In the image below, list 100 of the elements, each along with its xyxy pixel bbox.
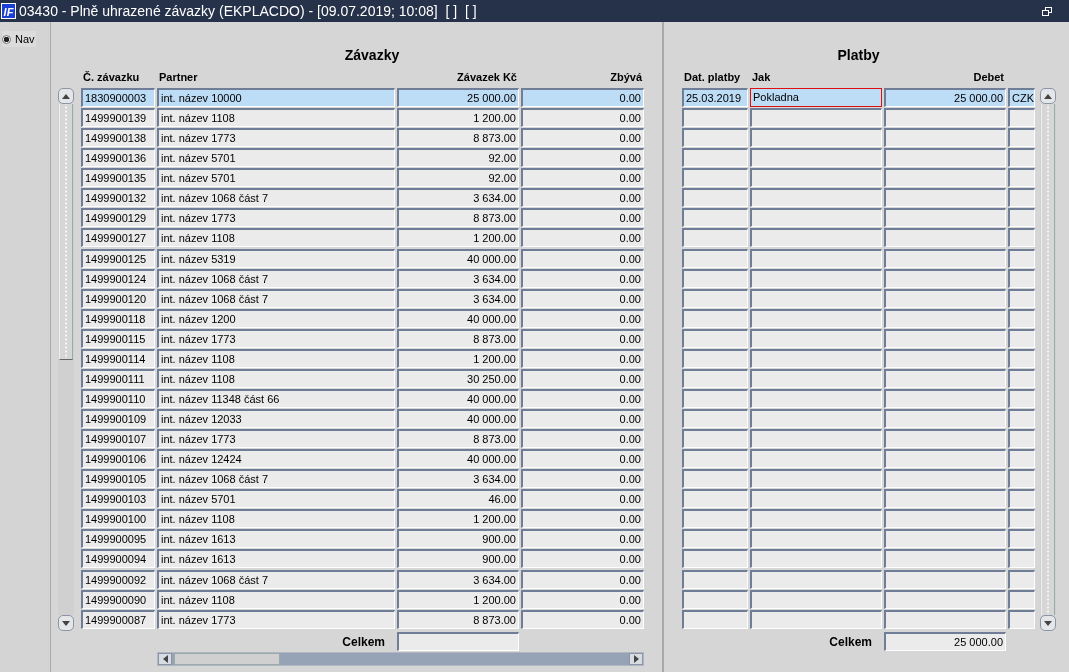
scroll-right-button[interactable]: [629, 652, 643, 665]
table-cell[interactable]: int. název 1108: [157, 348, 395, 368]
table-cell[interactable]: [750, 429, 882, 449]
table-cell[interactable]: [682, 248, 748, 268]
table-cell[interactable]: 25 000.00: [884, 88, 1006, 107]
table-cell[interactable]: [884, 128, 1006, 148]
table-cell[interactable]: int. název 1613: [157, 549, 395, 569]
table-cell[interactable]: 3 634.00: [397, 268, 519, 288]
table-cell[interactable]: [884, 368, 1006, 388]
table-cell[interactable]: [884, 549, 1006, 569]
table-cell[interactable]: 40 000.00: [397, 248, 519, 268]
table-cell[interactable]: 1 200.00: [397, 589, 519, 609]
table-cell[interactable]: 0.00: [521, 368, 644, 388]
table-cell[interactable]: 0.00: [521, 348, 644, 368]
table-cell[interactable]: int. název 1108: [157, 509, 395, 529]
table-cell[interactable]: [1008, 529, 1035, 549]
table-cell[interactable]: 0.00: [521, 509, 644, 529]
table-cell[interactable]: 8 873.00: [397, 328, 519, 348]
table-cell[interactable]: [682, 529, 748, 549]
table-cell[interactable]: [750, 549, 882, 569]
table-cell[interactable]: 40 000.00: [397, 449, 519, 469]
table-cell[interactable]: [1008, 388, 1035, 408]
table-cell[interactable]: 1499900090: [81, 589, 155, 609]
table-cell[interactable]: [682, 288, 748, 308]
vertical-scrollbar[interactable]: [1040, 88, 1056, 631]
table-cell[interactable]: 0.00: [521, 108, 644, 128]
table-cell[interactable]: 0.00: [521, 429, 644, 449]
table-cell[interactable]: [750, 509, 882, 529]
table-cell[interactable]: [1008, 409, 1035, 428]
radio-icon[interactable]: [2, 34, 11, 44]
table-cell[interactable]: 0.00: [521, 449, 644, 469]
table-cell[interactable]: [1008, 509, 1035, 529]
table-cell[interactable]: 1499900139: [81, 108, 155, 128]
table-cell[interactable]: [750, 108, 882, 128]
table-cell[interactable]: [750, 328, 882, 348]
table-cell[interactable]: 1830900003: [81, 88, 155, 107]
table-cell[interactable]: 8 873.00: [397, 208, 519, 228]
table-cell[interactable]: 0.00: [521, 148, 644, 168]
table-cell[interactable]: 1499900138: [81, 128, 155, 148]
table-cell[interactable]: 900.00: [397, 529, 519, 549]
scrollbar-thumb[interactable]: [1041, 104, 1055, 615]
table-cell[interactable]: 1499900094: [81, 549, 155, 569]
table-cell[interactable]: [1008, 328, 1035, 348]
table-cell[interactable]: int. název 1108: [157, 108, 395, 128]
table-cell[interactable]: int. název 1200: [157, 308, 395, 328]
table-cell[interactable]: [682, 308, 748, 328]
table-cell[interactable]: 1 200.00: [397, 509, 519, 529]
table-cell[interactable]: [682, 208, 748, 228]
table-cell[interactable]: [682, 589, 748, 609]
table-cell[interactable]: int. název 12033: [157, 409, 395, 428]
table-cell[interactable]: 46.00: [397, 489, 519, 509]
scrollbar-thumb[interactable]: [174, 652, 280, 665]
table-cell[interactable]: 1499900129: [81, 208, 155, 228]
table-cell[interactable]: Pokladna: [750, 88, 882, 107]
scroll-up-button[interactable]: [58, 88, 74, 104]
table-cell[interactable]: [750, 589, 882, 609]
table-cell[interactable]: [1008, 609, 1035, 629]
table-cell[interactable]: [1008, 429, 1035, 449]
table-cell[interactable]: 0.00: [521, 168, 644, 188]
table-cell[interactable]: [682, 348, 748, 368]
table-cell[interactable]: int. název 11348 část 66: [157, 388, 395, 408]
table-cell[interactable]: [682, 108, 748, 128]
table-cell[interactable]: CZK: [1008, 88, 1035, 107]
table-cell[interactable]: [1008, 248, 1035, 268]
table-cell[interactable]: 1 200.00: [397, 228, 519, 248]
table-cell[interactable]: [1008, 208, 1035, 228]
table-cell[interactable]: 1499900106: [81, 449, 155, 469]
table-cell[interactable]: int. název 5701: [157, 168, 395, 188]
table-cell[interactable]: [750, 489, 882, 509]
table-cell[interactable]: [1008, 108, 1035, 128]
table-cell[interactable]: [750, 609, 882, 629]
table-cell[interactable]: [884, 529, 1006, 549]
scroll-down-button[interactable]: [58, 615, 74, 631]
scrollbar-thumb[interactable]: [59, 104, 73, 360]
table-cell[interactable]: int. název 1108: [157, 228, 395, 248]
scroll-left-button[interactable]: [158, 652, 172, 665]
table-cell[interactable]: 3 634.00: [397, 469, 519, 489]
table-cell[interactable]: [750, 388, 882, 408]
table-cell[interactable]: 8 873.00: [397, 128, 519, 148]
table-cell[interactable]: 1499900127: [81, 228, 155, 248]
table-cell[interactable]: 0.00: [521, 589, 644, 609]
horizontal-scrollbar[interactable]: [157, 651, 644, 666]
table-cell[interactable]: 1499900107: [81, 429, 155, 449]
table-cell[interactable]: 0.00: [521, 268, 644, 288]
table-cell[interactable]: [682, 469, 748, 489]
table-cell[interactable]: [1008, 368, 1035, 388]
table-cell[interactable]: [750, 569, 882, 589]
table-cell[interactable]: [682, 228, 748, 248]
table-cell[interactable]: [750, 268, 882, 288]
table-cell[interactable]: 92.00: [397, 168, 519, 188]
table-cell[interactable]: [682, 328, 748, 348]
table-cell[interactable]: [884, 248, 1006, 268]
table-cell[interactable]: [884, 188, 1006, 208]
table-cell[interactable]: [750, 168, 882, 188]
table-cell[interactable]: [750, 409, 882, 428]
table-cell[interactable]: [884, 409, 1006, 428]
table-cell[interactable]: [884, 569, 1006, 589]
table-cell[interactable]: [1008, 148, 1035, 168]
table-cell[interactable]: int. název 1773: [157, 609, 395, 629]
table-cell[interactable]: [682, 188, 748, 208]
